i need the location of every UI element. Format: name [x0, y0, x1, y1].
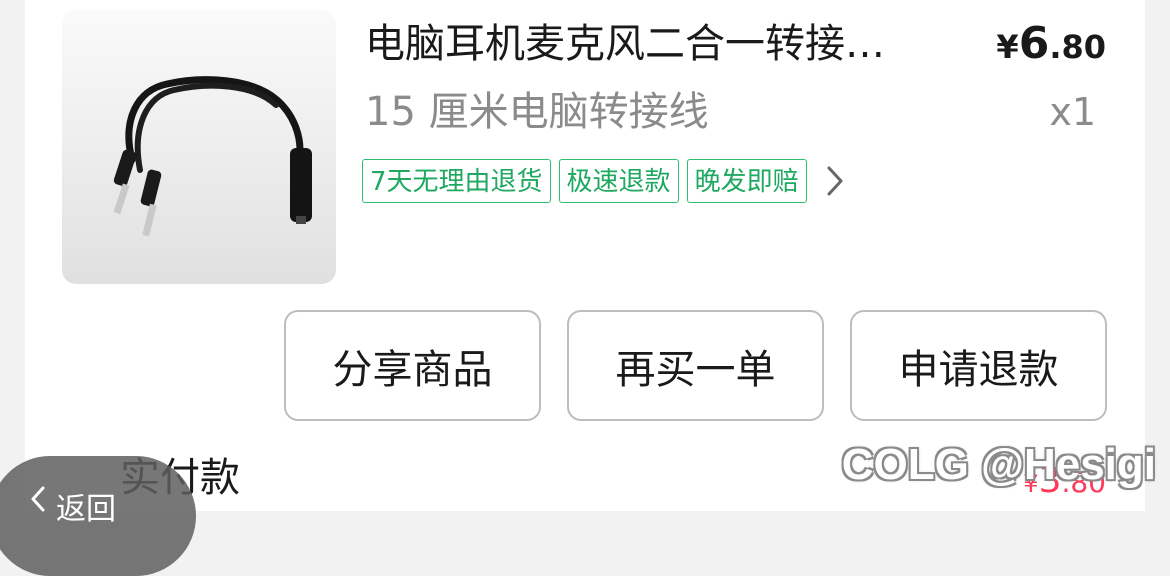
service-tags[interactable]: 7天无理由退货 极速退款 晚发即赔: [362, 159, 851, 203]
tag-late-ship-compensation[interactable]: 晚发即赔: [686, 159, 807, 203]
price-decimal: .80: [1049, 28, 1106, 66]
chevron-left-icon: [28, 484, 48, 522]
back-label: 返回: [56, 492, 116, 527]
buy-again-button[interactable]: 再买一单: [567, 310, 824, 421]
watermark: COLG @Hesigi: [841, 440, 1156, 489]
product-title[interactable]: 电脑耳机麦克风二合一转接…: [365, 16, 950, 72]
apply-refund-button[interactable]: 申请退款: [850, 310, 1107, 421]
audio-splitter-cable-image: [113, 76, 312, 237]
price-currency: ¥: [996, 28, 1019, 66]
product-quantity: x1: [1049, 90, 1096, 134]
product-price: ¥6.80: [996, 18, 1106, 69]
price-integer: 6: [1018, 18, 1050, 69]
tag-fast-refund[interactable]: 极速退款: [558, 159, 679, 203]
tag-return-7-days[interactable]: 7天无理由退货: [362, 159, 551, 203]
share-product-button[interactable]: 分享商品: [284, 310, 541, 421]
back-button[interactable]: 返回: [0, 456, 196, 576]
product-image[interactable]: [62, 10, 336, 284]
product-spec: 15 厘米电脑转接线: [365, 89, 709, 135]
chevron-right-icon[interactable]: [825, 159, 851, 203]
